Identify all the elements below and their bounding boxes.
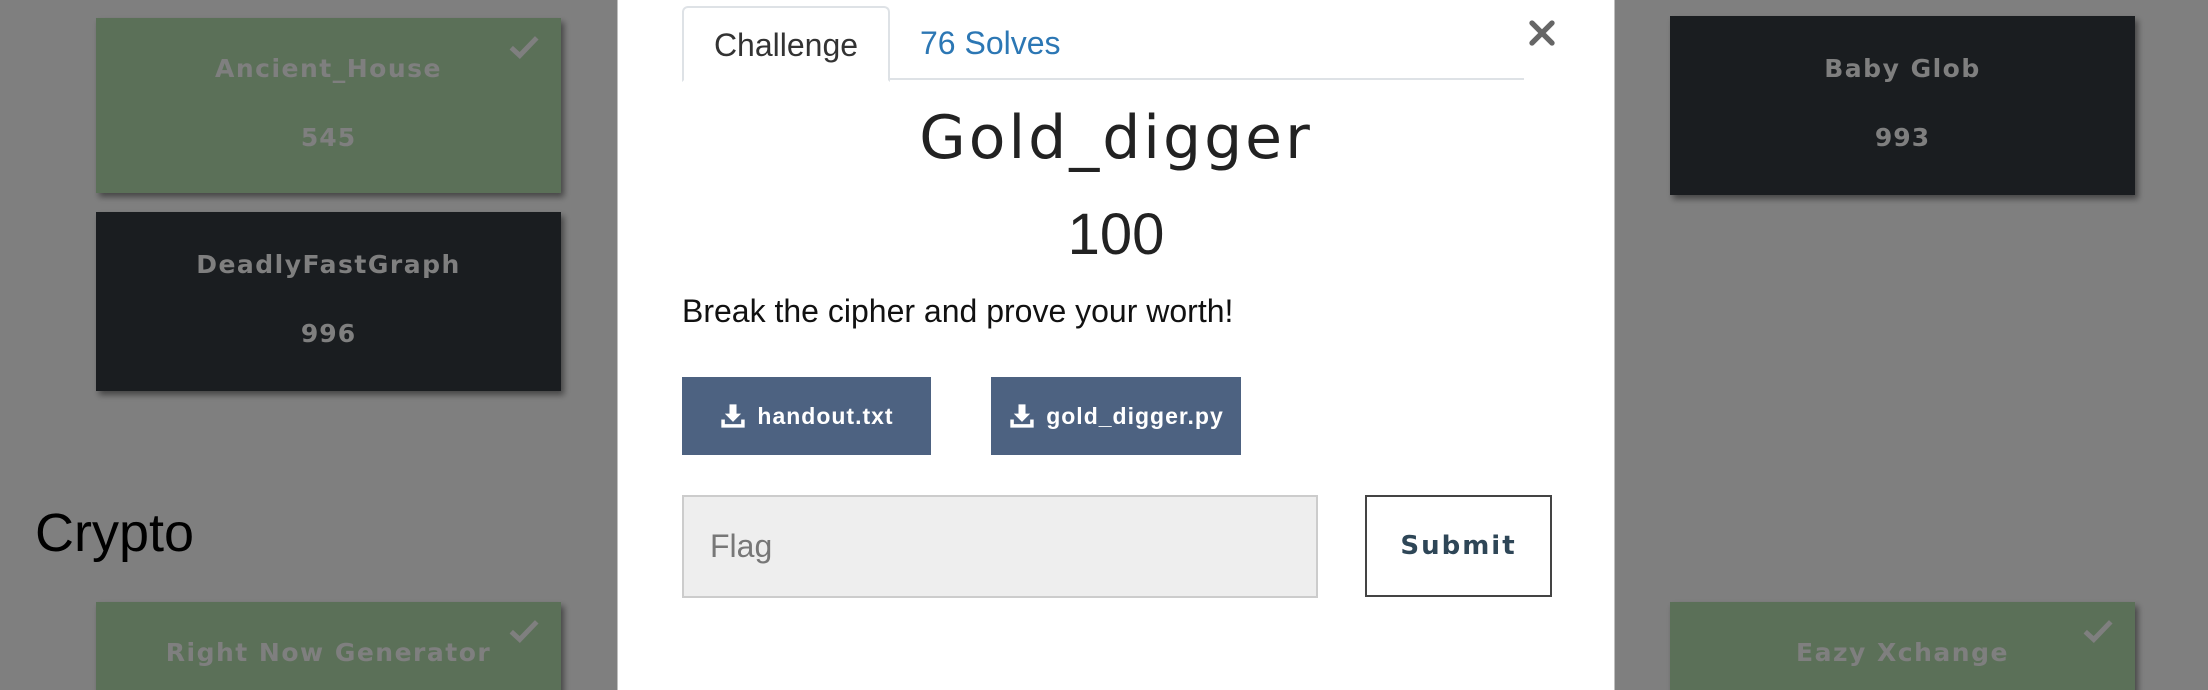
flag-input[interactable]	[682, 495, 1318, 598]
close-icon[interactable]	[1522, 13, 1562, 53]
download-gold-digger-button[interactable]: gold_digger.py	[991, 377, 1241, 455]
file-label: gold_digger.py	[1046, 402, 1224, 429]
download-icon	[721, 404, 746, 428]
challenge-modal: Challenge 76 Solves Gold_digger 100 Brea…	[617, 0, 1615, 690]
challenge-description: Break the cipher and prove your worth!	[682, 293, 1234, 329]
challenge-name: Gold_digger	[919, 103, 1313, 173]
modal-tabs: Challenge 76 Solves	[682, 6, 1524, 82]
submit-button[interactable]: Submit	[1365, 495, 1552, 597]
download-icon	[1010, 404, 1034, 428]
tab-solves[interactable]: 76 Solves	[920, 6, 1061, 80]
file-label: handout.txt	[757, 402, 894, 429]
tab-challenge[interactable]: Challenge	[682, 6, 890, 82]
download-handout-button[interactable]: handout.txt	[682, 377, 931, 455]
challenge-value: 100	[1067, 202, 1165, 267]
